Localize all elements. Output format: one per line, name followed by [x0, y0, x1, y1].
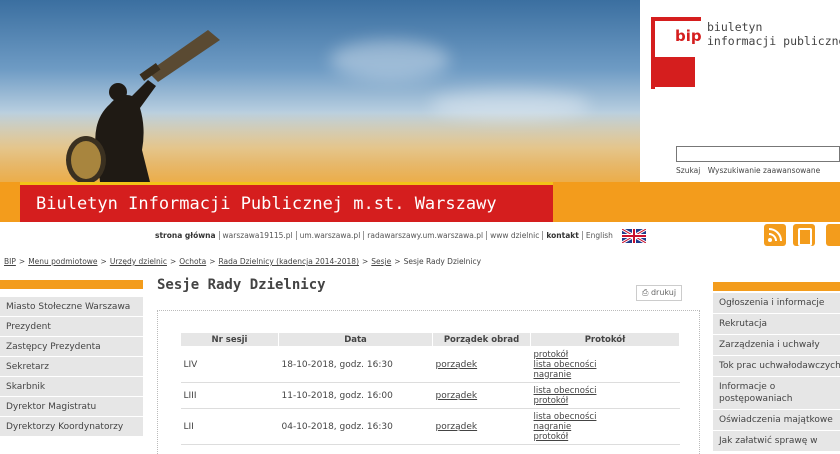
column-header: Protokół [530, 332, 680, 347]
attendance-link[interactable]: lista obecności [534, 360, 677, 370]
table-row: LIV 18-10-2018, godz. 16:30 porządek pro… [180, 346, 680, 383]
www-dzielnic-link[interactable]: www dzielnic [486, 231, 543, 240]
left-nav-item[interactable]: Sekretarz [0, 357, 143, 377]
right-nav-item[interactable]: Oświadczenia majątkowe [713, 410, 840, 431]
session-date: 11-10-2018, godz. 16:00 [278, 382, 433, 409]
agenda-link[interactable]: porządek [436, 422, 478, 432]
breadcrumb-link[interactable]: Sesje [371, 257, 391, 266]
left-nav-item[interactable]: Miasto Stołeczne Warszawa [0, 297, 143, 317]
left-nav-header [0, 280, 143, 289]
top-links: strona główna warszawa19115.pl um.warszawa… [155, 229, 647, 243]
bip-logo-text: bip [675, 27, 701, 45]
recording-link[interactable]: nagranie [534, 422, 677, 432]
printer-icon: ⎙ [642, 288, 649, 297]
info-icon[interactable] [826, 224, 840, 246]
bip-title: biuletyn informacji publicznej [707, 20, 840, 48]
column-header: Porządek obrad [432, 332, 531, 347]
breadcrumb-link[interactable]: BIP [4, 257, 16, 266]
protocol-link[interactable]: protokół [534, 396, 677, 406]
column-header: Data [278, 332, 433, 347]
mobile-icon[interactable] [793, 224, 815, 246]
radawarszawy-link[interactable]: radawarszawy.um.warszawa.pl [363, 231, 487, 240]
session-number: LIV [180, 346, 279, 383]
attendance-link[interactable]: lista obecności [534, 412, 677, 422]
bip-title-line1: biuletyn [707, 20, 763, 34]
search-links: Szukaj Wyszukiwanie zaawansowane [676, 166, 825, 175]
breadcrumb-link[interactable]: Urzędy dzielnic [110, 257, 167, 266]
breadcrumb-link[interactable]: Ochota [179, 257, 206, 266]
right-nav-item[interactable]: Rekrutacja [713, 314, 840, 335]
right-nav-item[interactable]: Jak załatwić sprawę w [713, 431, 840, 452]
bip-logo-icon: bip [651, 17, 701, 89]
left-nav-item[interactable]: Zastępcy Prezydenta [0, 337, 143, 357]
session-date: 18-10-2018, godz. 16:30 [278, 346, 433, 383]
mermaid-statue-image [0, 30, 640, 182]
table-header-row: Nr sesji Data Porządek obrad Protokół [180, 332, 680, 347]
rss-icon[interactable] [764, 224, 786, 246]
right-nav-header [713, 282, 840, 291]
breadcrumb-current: Sesje Rady Dzielnicy [403, 257, 482, 266]
right-nav-item[interactable]: Zarządzenia i uchwały [713, 335, 840, 356]
session-number: LIII [180, 382, 279, 409]
table-row: LIII 11-10-2018, godz. 16:00 porządek li… [180, 382, 680, 409]
column-header: Nr sesji [180, 332, 279, 347]
breadcrumb: BIP > Menu podmiotowe > Urzędy dzielnic > Ocho… [4, 257, 482, 266]
home-link[interactable]: strona główna [155, 231, 219, 240]
session-date: 04-10-2018, godz. 16:30 [278, 408, 433, 445]
right-nav-item[interactable]: Ogłoszenia i informacje [713, 293, 840, 314]
attendance-link[interactable]: lista obecności [534, 386, 677, 396]
right-nav-item[interactable]: Informacje o postępowaniach [713, 377, 840, 410]
contact-link[interactable]: kontakt [542, 231, 582, 240]
left-nav-item[interactable]: Prezydent [0, 317, 143, 337]
english-link[interactable]: English [581, 231, 616, 240]
print-button[interactable]: ⎙ drukuj [636, 285, 683, 301]
session-number: LII [180, 408, 279, 445]
print-label: drukuj [650, 288, 677, 297]
page-title: Sesje Rady Dzielnicy [157, 277, 326, 293]
left-nav-item[interactable]: Dyrektor Magistratu [0, 397, 143, 417]
bip-title-line2: informacji publicznej [707, 34, 840, 48]
warszawa19115-link[interactable]: warszawa19115.pl [218, 231, 296, 240]
left-nav-item[interactable]: Skarbnik [0, 377, 143, 397]
table-row: LII 04-10-2018, godz. 16:30 porządek lis… [180, 408, 680, 445]
search-input[interactable] [676, 146, 840, 162]
uk-flag-icon[interactable] [622, 229, 647, 243]
breadcrumb-link[interactable]: Rada Dzielnicy (kadencja 2014-2018) [218, 257, 359, 266]
um-warszawa-link[interactable]: um.warszawa.pl [295, 231, 364, 240]
left-sidebar: Miasto Stołeczne Warszawa Prezydent Zast… [0, 297, 143, 437]
search-link[interactable]: Szukaj [676, 166, 700, 175]
agenda-link[interactable]: porządek [436, 360, 478, 370]
breadcrumb-link[interactable]: Menu podmiotowe [28, 257, 97, 266]
right-sidebar: Ogłoszenia i informacje Rekrutacja Zarzą… [713, 293, 840, 452]
protocol-link[interactable]: protokół [534, 350, 677, 360]
advanced-search-link[interactable]: Wyszukiwanie zaawansowane [708, 166, 821, 175]
left-nav-item[interactable]: Dyrektorzy Koordynatorzy [0, 417, 143, 437]
sessions-table: Nr sesji Data Porządek obrad Protokół LI… [180, 332, 680, 445]
protocol-link[interactable]: protokół [534, 432, 677, 442]
right-nav-item[interactable]: Tok prac uchwałodawczych [713, 356, 840, 377]
site-title: Biuletyn Informacji Publicznej m.st. War… [20, 182, 553, 222]
agenda-link[interactable]: porządek [436, 391, 478, 401]
recording-link[interactable]: nagranie [534, 370, 677, 380]
